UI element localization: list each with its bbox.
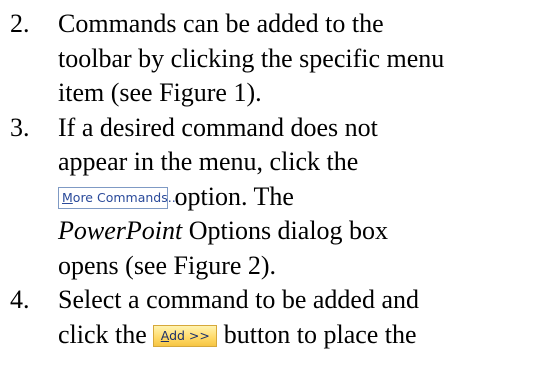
step-text-line: opens (see Figure 2).: [58, 250, 277, 280]
step-text-fragment: click the: [58, 319, 154, 349]
add-button[interactable]: Add >>: [153, 324, 218, 347]
step-text-line: toolbar by clicking the specific menu: [58, 43, 445, 73]
step-text-line: appear in the menu, click the: [58, 147, 359, 176]
step-text-line: click the Add >> button to place the: [58, 318, 498, 353]
app-name-italic: PowerPoint: [58, 216, 183, 245]
more-commands-button[interactable]: More Commands...: [58, 186, 180, 209]
add-accel: A: [160, 327, 170, 343]
more-commands-label: ore Commands...: [72, 189, 180, 205]
step-text-fragment: Options dialog box: [182, 216, 389, 245]
step-text-fragment: button to place the: [217, 319, 417, 349]
step-text-line: Commands can be added to the: [58, 9, 384, 38]
add-label: dd >>: [169, 327, 210, 343]
step-number: 3.: [10, 112, 30, 142]
step-text-line: PowerPoint Options dialog box: [58, 214, 498, 249]
step-number: 2.: [10, 9, 30, 38]
list-item-step-4: 4. Select a command to be added and clic…: [0, 283, 498, 352]
list-item-step-2: 2. Commands can be added to the toolbar …: [0, 7, 498, 111]
document-page: 2. Commands can be added to the toolbar …: [0, 0, 534, 373]
list-item-step-3: 3. If a desired command does not appear …: [0, 111, 498, 284]
step-number: 4.: [10, 285, 30, 314]
more-commands-accel: M: [62, 189, 73, 205]
instruction-list: 2. Commands can be added to the toolbar …: [0, 0, 498, 349]
step-text-line: If a desired command does not: [58, 112, 378, 142]
step-text-line: Select a command to be added and: [58, 285, 419, 314]
step-text-line: item (see Figure 1).: [58, 78, 262, 107]
step-text-fragment: option. The: [168, 181, 294, 211]
step-text-line: More Commands... option. The: [58, 180, 498, 215]
